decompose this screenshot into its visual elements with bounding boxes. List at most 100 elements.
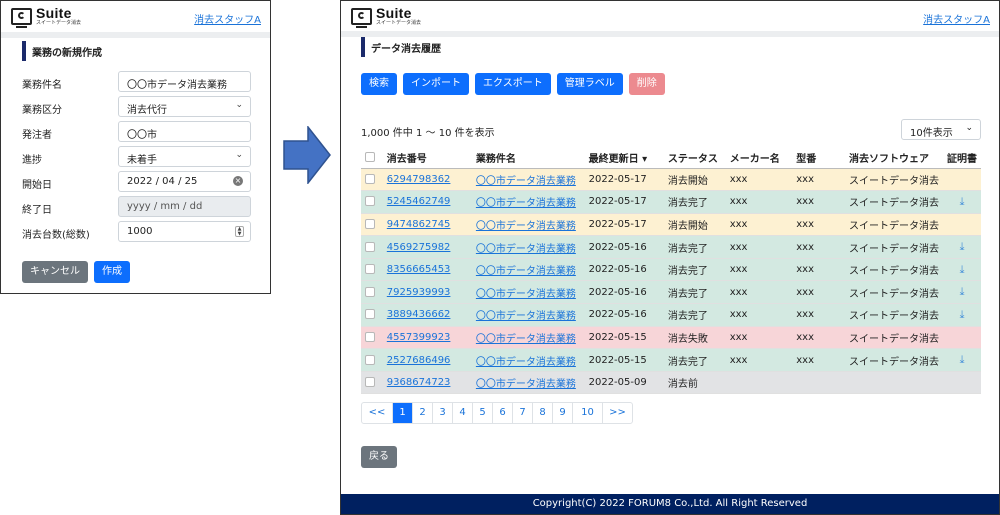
- per-page-select[interactable]: 10件表示 ⌄: [901, 119, 981, 140]
- column-header[interactable]: 消去番号: [382, 147, 472, 169]
- row-checkbox[interactable]: [365, 309, 375, 320]
- pagination-prev[interactable]: <<: [362, 403, 392, 423]
- job-name-link[interactable]: 〇〇市データ消去業務: [476, 334, 576, 345]
- table-row[interactable]: 3889436662 〇〇市データ消去業務 2022-05-16 消去完了 xxx xxx…: [361, 303, 981, 327]
- import-button[interactable]: インポート: [403, 73, 469, 95]
- field-label: 業務区分: [22, 105, 62, 116]
- maker-name: xxx: [725, 280, 793, 305]
- job-name-link[interactable]: 〇〇市データ消去業務: [476, 221, 576, 232]
- row-checkbox[interactable]: [365, 241, 375, 252]
- delete-button[interactable]: 削除: [628, 73, 665, 95]
- row-checkbox[interactable]: [365, 286, 375, 297]
- user-link[interactable]: 消去スタッフA: [194, 11, 261, 26]
- erase-id-link[interactable]: 3889436662: [387, 309, 451, 320]
- row-checkbox[interactable]: [365, 354, 375, 365]
- column-header[interactable]: 業務件名: [471, 147, 585, 169]
- erase-software: スイートデータ消去: [844, 235, 943, 259]
- column-header[interactable]: ステータス: [663, 147, 726, 169]
- table-row[interactable]: 6294798362 〇〇市データ消去業務 2022-05-17 消去開始 xxx xxx…: [361, 168, 981, 192]
- search-button[interactable]: 検索: [361, 73, 397, 95]
- erase-id-link[interactable]: 8356665453: [387, 264, 451, 275]
- job-name-link[interactable]: 〇〇市データ消去業務: [476, 289, 576, 300]
- history-table: 消去番号 業務件名 最終更新日 ▾ ステータス メーカー名 型番 消去ソフトウェ…: [361, 147, 981, 395]
- manage-labels-button[interactable]: 管理ラベル: [556, 73, 623, 95]
- job-name-link[interactable]: 〇〇市データ消去業務: [476, 311, 576, 322]
- status-text: 消去完了: [663, 258, 726, 282]
- job-name-link[interactable]: 〇〇市データ消去業務: [476, 198, 576, 209]
- page-5-button[interactable]: 5: [472, 403, 492, 423]
- column-header[interactable]: メーカー名: [725, 147, 793, 169]
- field-input[interactable]: 〇〇市データ消去業務: [118, 71, 251, 92]
- per-page-value: 10件表示: [910, 128, 953, 139]
- erase-id-link[interactable]: 4557399923: [387, 332, 451, 343]
- suite-logo[interactable]: Suite スイートデータ消去: [351, 6, 421, 28]
- select-all-checkbox[interactable]: [365, 151, 375, 162]
- table-row[interactable]: 9368674723 〇〇市データ消去業務 2022-05-09 消去前: [361, 371, 981, 395]
- column-header[interactable]: 型番: [792, 147, 845, 169]
- page-9-button[interactable]: 9: [552, 403, 572, 423]
- page-8-button[interactable]: 8: [532, 403, 552, 423]
- page-2-button[interactable]: 2: [412, 403, 432, 423]
- job-name-link[interactable]: 〇〇市データ消去業務: [476, 266, 576, 277]
- page-1-button[interactable]: 1: [392, 403, 412, 423]
- page-6-button[interactable]: 6: [492, 403, 512, 423]
- suite-logo[interactable]: Suite スイートデータ消去: [11, 6, 82, 28]
- download-icon[interactable]: ⤓: [960, 240, 965, 253]
- export-button[interactable]: エクスポート: [475, 73, 551, 95]
- field-input[interactable]: 1000 ▲ ▼: [118, 221, 251, 242]
- back-button[interactable]: 戻る: [361, 446, 397, 468]
- job-name-link[interactable]: 〇〇市データ消去業務: [476, 379, 576, 390]
- erase-id-link[interactable]: 9368674723: [387, 377, 451, 388]
- column-header[interactable]: 証明書: [943, 147, 981, 169]
- download-icon[interactable]: ⤓: [960, 353, 965, 366]
- job-name-link[interactable]: 〇〇市データ消去業務: [476, 244, 576, 255]
- page-3-button[interactable]: 3: [432, 403, 452, 423]
- table-row[interactable]: 8356665453 〇〇市データ消去業務 2022-05-16 消去完了 xxx xxx…: [361, 258, 981, 282]
- erase-id-link[interactable]: 6294798362: [387, 174, 451, 185]
- table-row[interactable]: 2527686496 〇〇市データ消去業務 2022-05-15 消去完了 xxx xxx…: [361, 348, 981, 372]
- column-header[interactable]: 消去ソフトウェア: [844, 147, 943, 169]
- maker-name: xxx: [725, 213, 793, 237]
- table-row[interactable]: 4557399923 〇〇市データ消去業務 2022-05-15 消去失敗 xxx xxx…: [361, 326, 981, 350]
- erase-id-link[interactable]: 4569275982: [387, 242, 451, 253]
- erase-id-link[interactable]: 5245462749: [387, 196, 451, 207]
- field-value: 〇〇市データ消去業務: [127, 80, 227, 91]
- job-name-link[interactable]: 〇〇市データ消去業務: [476, 357, 576, 368]
- page-4-button[interactable]: 4: [452, 403, 472, 423]
- logo-subtitle: スイートデータ消去: [36, 20, 82, 26]
- maker-name: xxx: [725, 190, 793, 214]
- page-7-button[interactable]: 7: [512, 403, 532, 423]
- field-input[interactable]: 〇〇市: [118, 121, 251, 142]
- erase-id-link[interactable]: 2527686496: [387, 355, 451, 366]
- download-icon[interactable]: ⤓: [960, 285, 965, 298]
- table-row[interactable]: 9474862745 〇〇市データ消去業務 2022-05-17 消去開始 xxx xxx…: [361, 213, 981, 237]
- table-row[interactable]: 5245462749 〇〇市データ消去業務 2022-05-17 消去完了 xxx xxx…: [361, 190, 981, 214]
- updated-date: 2022-05-17: [584, 213, 664, 237]
- download-icon[interactable]: ⤓: [960, 308, 965, 321]
- table-row[interactable]: 7925939993 〇〇市データ消去業務 2022-05-16 消去完了 xxx xxx…: [361, 280, 981, 305]
- cancel-button[interactable]: キャンセル: [22, 261, 88, 283]
- row-checkbox[interactable]: [365, 196, 375, 207]
- clear-date-icon[interactable]: ×: [233, 176, 243, 186]
- job-name-link[interactable]: 〇〇市データ消去業務: [476, 176, 576, 187]
- download-icon[interactable]: ⤓: [960, 263, 965, 276]
- row-checkbox[interactable]: [365, 173, 375, 184]
- page-10-button[interactable]: 10: [572, 403, 602, 423]
- row-checkbox[interactable]: [365, 264, 375, 275]
- field-input[interactable]: 消去代行 ⌄: [118, 96, 251, 117]
- pagination-next[interactable]: >>: [602, 403, 632, 423]
- row-checkbox[interactable]: [365, 331, 375, 342]
- create-button[interactable]: 作成: [94, 261, 130, 283]
- erase-id-link[interactable]: 7925939993: [387, 287, 451, 298]
- number-spinner-icon[interactable]: ▲ ▼: [235, 226, 244, 237]
- row-checkbox[interactable]: [365, 218, 375, 229]
- download-icon[interactable]: ⤓: [960, 195, 965, 208]
- erase-id-link[interactable]: 9474862745: [387, 219, 451, 230]
- field-input[interactable]: 未着手 ⌄: [118, 146, 251, 167]
- row-checkbox[interactable]: [365, 377, 375, 388]
- table-row[interactable]: 4569275982 〇〇市データ消去業務 2022-05-16 消去完了 xxx xxx…: [361, 235, 981, 259]
- column-header-sorted[interactable]: 最終更新日 ▾: [584, 147, 664, 169]
- user-link[interactable]: 消去スタッフA: [923, 11, 990, 26]
- field-input[interactable]: 2022 / 04 / 25 ×: [118, 171, 251, 192]
- erase-software: スイートデータ消去: [844, 326, 943, 350]
